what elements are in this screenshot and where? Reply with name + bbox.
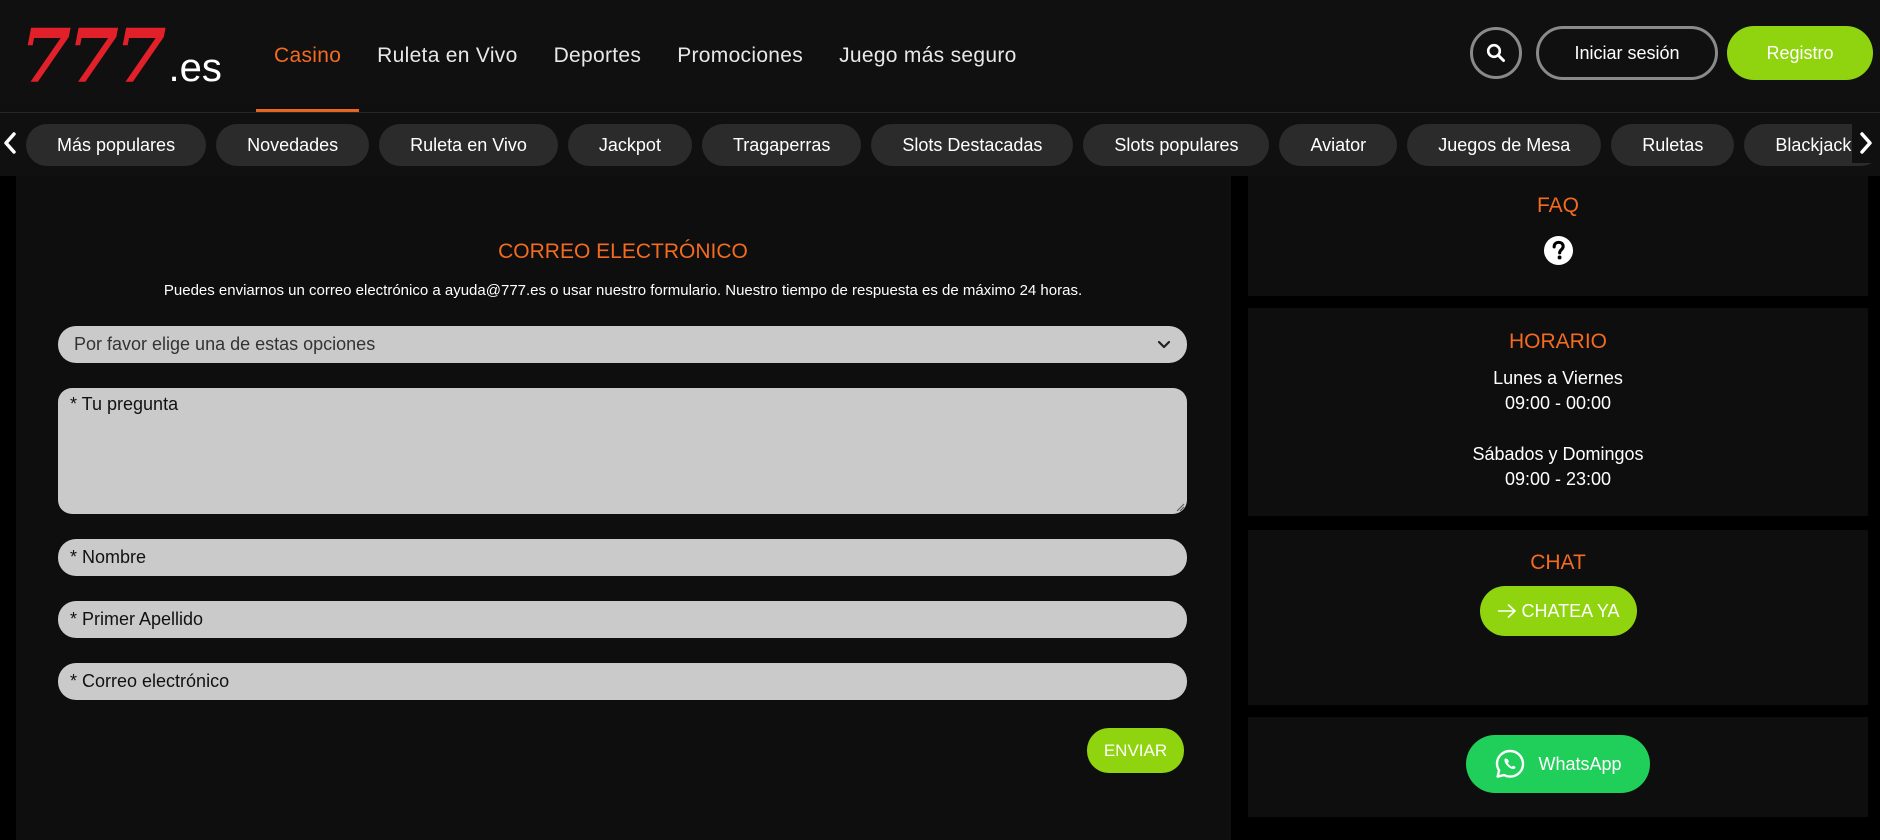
site-header: 777 .es Casino Ruleta en Vivo Deportes P… [0, 0, 1880, 113]
question-textarea[interactable]: * Tu pregunta [58, 388, 1187, 514]
category-ruletas[interactable]: Ruletas [1611, 124, 1735, 166]
nav-label: Casino [274, 44, 342, 67]
nav-casino[interactable]: Casino [256, 0, 360, 112]
chat-now-button[interactable]: CHATEA YA [1480, 586, 1637, 636]
nav-deportes[interactable]: Deportes [536, 0, 660, 112]
nav-label: Juego más seguro [839, 44, 1017, 67]
name-placeholder: * Nombre [70, 547, 147, 567]
category-jackpot[interactable]: Jackpot [567, 124, 692, 166]
form-description: Puedes enviarnos un correo electrónico a… [163, 282, 1083, 299]
logo[interactable]: 777 .es [20, 14, 222, 100]
weekend-label: Sábados y Domingos [1472, 444, 1644, 464]
submit-button[interactable]: ENVIAR [1087, 728, 1184, 773]
category-aviator[interactable]: Aviator [1279, 124, 1398, 166]
category-list: Más populares Novedades Ruleta en Vivo J… [26, 124, 1880, 166]
search-button[interactable] [1470, 27, 1522, 79]
logo-tld: .es [168, 46, 222, 90]
chat-title: CHAT [1530, 551, 1586, 574]
category-ruleta-en-vivo[interactable]: Ruleta en Vivo [379, 124, 558, 166]
name-field[interactable]: * Nombre [58, 539, 1187, 576]
faq-box: FAQ [1248, 176, 1868, 296]
nav-label: Ruleta en Vivo [377, 44, 518, 67]
chevron-left-icon [4, 132, 16, 154]
arrow-right-icon [1498, 603, 1517, 619]
email-field[interactable]: * Correo electrónico [58, 663, 1187, 700]
category-tragaperras[interactable]: Tragaperras [701, 124, 862, 166]
resize-handle-icon[interactable] [1175, 502, 1185, 512]
scroll-right-button[interactable] [1852, 123, 1880, 163]
logo-number: 777 [20, 14, 166, 100]
search-icon [1486, 43, 1505, 62]
chevron-down-icon [1157, 340, 1171, 348]
category-mas-populares[interactable]: Más populares [26, 124, 207, 166]
nav-promociones[interactable]: Promociones [659, 0, 821, 112]
category-novedades[interactable]: Novedades [216, 124, 370, 166]
whatsapp-button[interactable]: WhatsApp [1466, 735, 1650, 793]
nav-juego-mas-seguro[interactable]: Juego más seguro [821, 0, 1035, 112]
nav-label: Deportes [553, 44, 642, 67]
topic-select[interactable]: Por favor elige una de estas opciones [58, 326, 1187, 363]
weekend-hours: 09:00 - 23:00 [1504, 469, 1612, 489]
faq-title: FAQ [1536, 194, 1579, 217]
login-button[interactable]: Iniciar sesión [1536, 26, 1718, 80]
nav-ruleta-en-vivo[interactable]: Ruleta en Vivo [359, 0, 535, 112]
surname-field[interactable]: * Primer Apellido [58, 601, 1187, 638]
question-circle-icon[interactable] [1543, 235, 1574, 266]
category-slots-populares[interactable]: Slots populares [1083, 124, 1270, 166]
email-placeholder: * Correo electrónico [70, 671, 230, 691]
chat-now-label: CHATEA YA [1521, 600, 1620, 621]
topic-select-value: Por favor elige una de estas opciones [74, 334, 376, 354]
weekdays-hours: 09:00 - 00:00 [1504, 393, 1612, 413]
register-button[interactable]: Registro [1727, 26, 1873, 80]
schedule-title: HORARIO [1508, 330, 1607, 353]
form-title: CORREO ELECTRÓNICO [498, 240, 748, 263]
scroll-left-button[interactable] [0, 123, 20, 163]
category-bar: Más populares Novedades Ruleta en Vivo J… [0, 113, 1880, 176]
chat-box: CHAT CHATEA YA [1248, 530, 1868, 705]
nav-label: Promociones [677, 44, 804, 67]
whatsapp-label: WhatsApp [1538, 753, 1622, 774]
question-placeholder: * Tu pregunta [70, 394, 179, 414]
category-slots-destacadas[interactable]: Slots Destacadas [871, 124, 1074, 166]
category-juegos-de-mesa[interactable]: Juegos de Mesa [1407, 124, 1602, 166]
schedule-box: HORARIO Lunes a Viernes 09:00 - 00:00 Sá… [1248, 308, 1868, 516]
whatsapp-box: WhatsApp [1248, 717, 1868, 817]
weekdays-label: Lunes a Viernes [1493, 368, 1623, 388]
main-nav: Casino Ruleta en Vivo Deportes Promocion… [256, 0, 1035, 112]
chevron-right-icon [1860, 132, 1872, 154]
whatsapp-icon [1496, 749, 1525, 778]
surname-placeholder: * Primer Apellido [70, 609, 204, 629]
